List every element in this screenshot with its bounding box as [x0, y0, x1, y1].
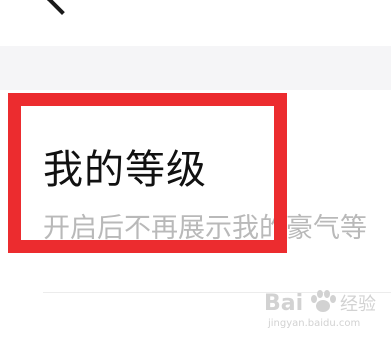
chevron-left-icon[interactable] — [45, 0, 79, 15]
baidu-jingyan-watermark: Bai 经验 jingyan.baidu.com — [264, 290, 388, 334]
watermark-brand: Bai — [264, 291, 304, 316]
watermark-url: jingyan.baidu.com — [268, 318, 361, 329]
watermark-brand-cn: 经验 — [340, 294, 376, 315]
section-gap — [0, 46, 391, 90]
setting-subtitle: 开启后不再展示我的豪气等 — [43, 213, 367, 244]
paw-icon — [311, 290, 336, 312]
setting-title: 我的等级 — [43, 147, 207, 193]
top-navigation-bar — [0, 0, 391, 46]
